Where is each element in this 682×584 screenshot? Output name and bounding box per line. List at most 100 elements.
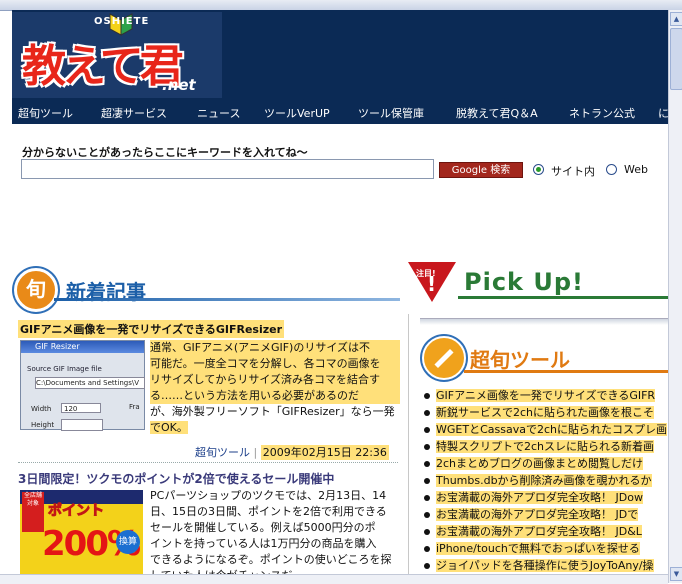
nav-item-qa[interactable]: 脱教えて君Q＆A (456, 105, 538, 121)
article-category-link[interactable]: 超旬ツール (195, 446, 250, 459)
article-thumbnail[interactable]: GIF Resizer Source GIF Image file C:\Doc… (20, 340, 145, 431)
thumb-height-field (61, 419, 103, 431)
chojun-underline (464, 370, 668, 373)
desc-line: でOK。 (150, 421, 188, 434)
article-description: 通常、GIFアニメ(アニメGIF)のリサイズは不 可能だ。一度全コマを分解し、各… (150, 340, 400, 436)
desc-line: セールを開催している。例えば5000円分のポ (150, 521, 376, 534)
article-date: 2009年02月15日 22:36 (260, 445, 389, 460)
bullet-icon (424, 427, 430, 433)
nav-item-news[interactable]: ニュース (197, 105, 240, 121)
nav-item-tool-archive[interactable]: ツール保管庫 (358, 105, 424, 121)
list-item-label: 特製スクリプトで2chスレに貼られる新着画 (436, 440, 655, 453)
bullet-icon (424, 563, 430, 569)
bullet-icon (424, 393, 430, 399)
list-item-label: iPhone/touchで無料でおっぱいを探せる (436, 542, 640, 555)
desc-line: 通常、GIFアニメ(アニメGIF)のリサイズは不 (150, 340, 400, 356)
list-item-label: ジョイパッドを各種操作に使うJoyToAny/操 (436, 559, 654, 572)
thumb-path-field: C:\Documents and Settings\V (35, 377, 145, 389)
list-item-label: お宝満載の海外アプロダ完全攻略！ JDow (436, 491, 643, 504)
list-item-label: お宝満載の海外アプロダ完全攻略！ JD&L (436, 525, 642, 538)
google-search-button[interactable]: Google 検索 (439, 162, 523, 178)
list-item[interactable]: iPhone/touchで無料でおっぱいを探せる (424, 540, 668, 557)
column-divider (408, 314, 409, 574)
article-title[interactable]: GIFアニメ画像を一発でリサイズできるGIFResizer (18, 320, 285, 338)
bullet-icon (424, 410, 430, 416)
list-item[interactable]: WGETとCassavaで2chに貼られたコスプレ画 (424, 421, 668, 438)
radio-site[interactable] (533, 164, 544, 175)
article-description: PCパーツショップのツクモでは、2月13日、14 日、15日の3日間、ポイントを… (150, 488, 402, 584)
vertical-scrollbar[interactable]: ▲ ▼ (668, 10, 682, 583)
nav-item-chosei-service[interactable]: 超凄サービス (101, 105, 167, 121)
desc-line: イントを持っている人は1万円分の商品を購入 (150, 537, 377, 550)
thumb-badge: 換算 (116, 530, 140, 554)
list-item-label: GIFアニメ画像を一発でリサイズできるGIFR (436, 389, 656, 402)
logo-suffix: .net (162, 76, 196, 94)
scroll-down-arrow-icon[interactable]: ▼ (670, 567, 682, 581)
scroll-thumb[interactable] (670, 28, 682, 90)
pickup-title: Pick Up! (464, 268, 584, 296)
article-title[interactable]: 3日間限定！ツクモのポイントが2倍で使えるセール開催中 (18, 470, 334, 487)
wrench-icon (422, 336, 466, 380)
list-item-label: 2chまとめブログの画像まとめ閲覧しだけ (436, 457, 644, 470)
radio-site-label: サイト内 (551, 165, 595, 178)
list-item[interactable]: 2chまとめブログの画像まとめ閲覧しだけ (424, 455, 668, 472)
bullet-icon (424, 444, 430, 450)
desc-line: 日、15日の3日間、ポイントを2倍で利用できる (150, 505, 387, 518)
desc-line: PCパーツショップのツクモでは、2月13日、14 (150, 489, 387, 502)
pickup-underline (458, 296, 668, 299)
bullet-icon (424, 478, 430, 484)
thumb-width-label: Width (31, 405, 52, 413)
pickup-header: 注目! ! Pick Up! (408, 262, 668, 306)
thumb-point-text: ポイント (48, 503, 105, 520)
list-item[interactable]: GIFアニメ画像を一発でリサイズできるGIFR (424, 387, 668, 404)
panel-top-bar (420, 318, 668, 325)
nav-item-tool-verup[interactable]: ツールVerUP (264, 105, 330, 121)
scroll-up-arrow-icon[interactable]: ▲ (670, 12, 682, 26)
warning-mark: ! (427, 272, 437, 296)
article-thumbnail[interactable]: 全店舗対象 ポイント 200% 換算 (20, 490, 143, 574)
desc-line: が、海外製フリーソフト「GIFResizer」なら一発 (150, 405, 395, 418)
list-item-label: お宝満載の海外アプロダ完全攻略！ JDで (436, 508, 639, 521)
search-label: 分からないことがあったらここにキーワードを入れてね～ (22, 146, 308, 159)
thumb-mark: 全店舗対象 (22, 492, 44, 532)
bullet-icon (424, 546, 430, 552)
site-logo[interactable]: OSHIETE 教えて君 .net (12, 12, 222, 98)
thumb-height-label: Height (31, 421, 55, 429)
bullet-icon (424, 512, 430, 518)
list-item[interactable]: ジョイパッドを各種操作に使うJoyToAny/操 (424, 557, 668, 574)
desc-line: リサイズしてからリサイズ済み各コマを結合す (150, 372, 400, 388)
list-item[interactable]: Thumbs.dbから削除済み画像を覗かれるか (424, 472, 668, 489)
list-item-label: Thumbs.dbから削除済み画像を覗かれるか (436, 474, 652, 487)
nav-item-netoran[interactable]: ネトラン公式 (569, 105, 635, 121)
thumb-group-label: Source GIF Image file (27, 365, 102, 373)
radio-web[interactable] (606, 164, 617, 175)
list-item[interactable]: お宝満載の海外アプロダ完全攻略！ JDow (424, 489, 668, 506)
shun-badge-icon: 旬 (14, 268, 58, 312)
logo-top-text: OSHIETE (94, 16, 150, 27)
main-nav: 超旬ツール 超凄サービス ニュース ツールVerUP ツール保管庫 脱教えて君Q… (12, 100, 669, 124)
list-item-label: 新鋭サービスで2chに貼られた画像を根こそ (436, 406, 655, 419)
bullet-icon (424, 495, 430, 501)
meta-separator: | (253, 446, 258, 459)
thumb-width-value: 120 (61, 403, 101, 413)
chojun-tool-title: 超旬ツール (470, 348, 570, 372)
bullet-icon (424, 461, 430, 467)
logo-main-text: 教えて君 (22, 41, 184, 92)
new-articles-header: 旬 新着記事 (14, 266, 400, 312)
list-item[interactable]: 特製スクリプトで2chスレに貼られる新着画 (424, 438, 668, 455)
radio-web-label: Web (624, 163, 648, 176)
list-item[interactable]: 新鋭サービスで2chに貼られた画像を根こそ (424, 404, 668, 421)
search-input[interactable] (21, 159, 434, 179)
thumb-window-title: GIF Resizer (21, 341, 144, 353)
article-divider (18, 462, 398, 463)
list-item[interactable]: お宝満載の海外アプロダ完全攻略！ JDで (424, 506, 668, 523)
article-meta: 超旬ツール | 2009年02月15日 22:36 (195, 444, 389, 460)
list-item[interactable]: お宝満載の海外アプロダ完全攻略！ JD&L (424, 523, 668, 540)
chojun-tool-header: 超旬ツール (418, 334, 668, 384)
desc-line: できるようになるぞ。ポイントの使いどころを探 (150, 553, 392, 566)
section-underline (54, 298, 400, 301)
desc-line: 可能だ。一度全コマを分解し、各コマの画像を (150, 356, 400, 372)
desc-line: る……という方法を用いる必要があるのだ (150, 388, 400, 404)
nav-item-chojun-tool[interactable]: 超旬ツール (18, 105, 73, 121)
thumb-right-label: Fra (129, 403, 140, 411)
